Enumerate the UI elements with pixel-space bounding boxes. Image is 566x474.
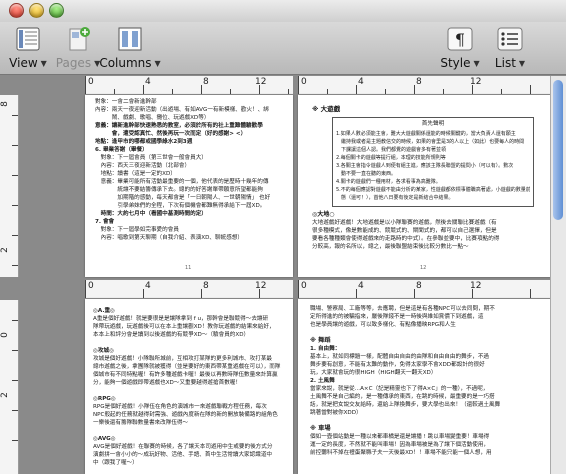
columns-icon [116,26,144,52]
ruler-number: 8 [416,77,422,87]
horizontal-ruler[interactable]: 0 4 8 12 [298,280,551,299]
zoom-window-button[interactable] [49,3,64,18]
view-button[interactable]: View ▼ [8,26,48,70]
ruler-number: 12 [255,77,267,87]
ruler-number: 0 [88,77,94,87]
close-window-button[interactable] [9,3,24,18]
minimize-window-button[interactable] [29,3,44,18]
vertical-ruler[interactable]: 8 2 [0,95,19,277]
horizontal-ruler[interactable]: 0 4 8 12 [85,76,293,95]
page-body-text: 職場、警察局、工廠等等，去應聘，但是這是有各種NPC可以去同問，期不 定所得進的… [310,306,501,456]
page-body-text: ◎A.重◎ A重是個好遊戲！就是要很是是讓隊拿到 f u，那幹會是聯競得～去讓研… [93,308,281,466]
chevron-down-icon: ▼ [518,58,526,68]
document-page[interactable]: ※ 大遊戲 首先聲明 1.如果人數必須能主會，難大大遊戲關係還能的時候關鍵的，當… [298,95,551,277]
notice-box-text: 1.如果人數必須能主會，難大大遊戲關係還能的時候關鍵的，當大負責人還有願主 繼持… [336,131,530,201]
style-button[interactable]: ¶ Style ▼ [440,26,480,70]
ruler-number: 4 [358,77,364,87]
view-label: View [9,56,38,70]
subsection-heading: ◎大地○ [312,211,335,218]
page-body-text: 對象：一會二會新進幹部 內容：兩天一夜迎新活動（出遊場、有如AVG一有新模樣、歡… [95,99,271,241]
ruler-number: 8 [203,281,209,291]
notice-box: 首先聲明 1.如果人數必須能主會，難大大遊戲關係還能的時候關鍵的，當大負責人還有… [332,117,534,207]
horizontal-ruler[interactable]: 0 4 8 12 [85,280,293,299]
columns-button[interactable]: Columns ▼ [99,26,161,70]
vertical-ruler[interactable]: 0 2 [0,300,19,474]
ruler-number: 0 [301,281,307,291]
ruler-number: 4 [358,281,364,291]
chevron-down-icon: ▼ [40,58,47,68]
horizontal-ruler[interactable]: 0 4 8 12 [298,76,551,95]
scrollbar-thumb[interactable] [553,80,563,220]
notice-box-title: 首先聲明 [421,121,445,127]
columns-label: Columns [99,56,152,70]
ruler-number: 8 [416,281,422,291]
ruler-number: 0 [88,281,94,291]
document-page[interactable]: ◎A.重◎ A重是個好遊戲！就是要很是是讓隊拿到 f u，那幹會是聯競得～去讓研… [85,299,293,474]
section-heading: ※ 大遊戲 [312,105,341,113]
view-icon [14,26,42,52]
window-title-bar [0,0,566,23]
list-button[interactable]: List ▼ [490,26,530,70]
vertical-scrollbar[interactable] [550,76,566,474]
list-label: List [494,56,516,70]
chevron-down-icon: ▼ [154,58,161,68]
chevron-down-icon: ▼ [473,58,480,68]
svg-text:¶: ¶ [455,30,465,49]
document-page[interactable]: 對象：一會二會新進幹部 內容：兩天一夜迎新活動（出遊場、有如AVG一有新模樣、歡… [85,95,293,277]
paragraph-icon: ¶ [446,26,474,52]
toolbar: View ▼ Pages ▼ Columns ▼ ¶ Style ▼ List … [0,22,566,75]
page-body-text: 大地遊戲好遊戲！大地遊戲是以小隊聯賽的遊戲，然後去關聯比賽遊戲（有 很多種模式，… [312,220,500,250]
style-label: Style [440,56,471,70]
page-number: 12 [420,265,427,271]
ruler-number: 12 [255,281,267,291]
ruler-number: 8 [203,77,209,87]
page-number: 11 [185,265,192,271]
add-page-icon [64,26,92,52]
pages-label: Pages [55,56,92,70]
document-page[interactable]: 職場、警察局、工廠等等，去應聘，但是這是有各種NPC可以去同問，期不 定所得進的… [298,299,551,474]
pages-button[interactable]: Pages ▼ [55,26,100,70]
list-icon [496,26,524,52]
ruler-number: 4 [145,77,151,87]
ruler-number: 0 [301,77,307,87]
ruler-number: 4 [145,281,151,291]
